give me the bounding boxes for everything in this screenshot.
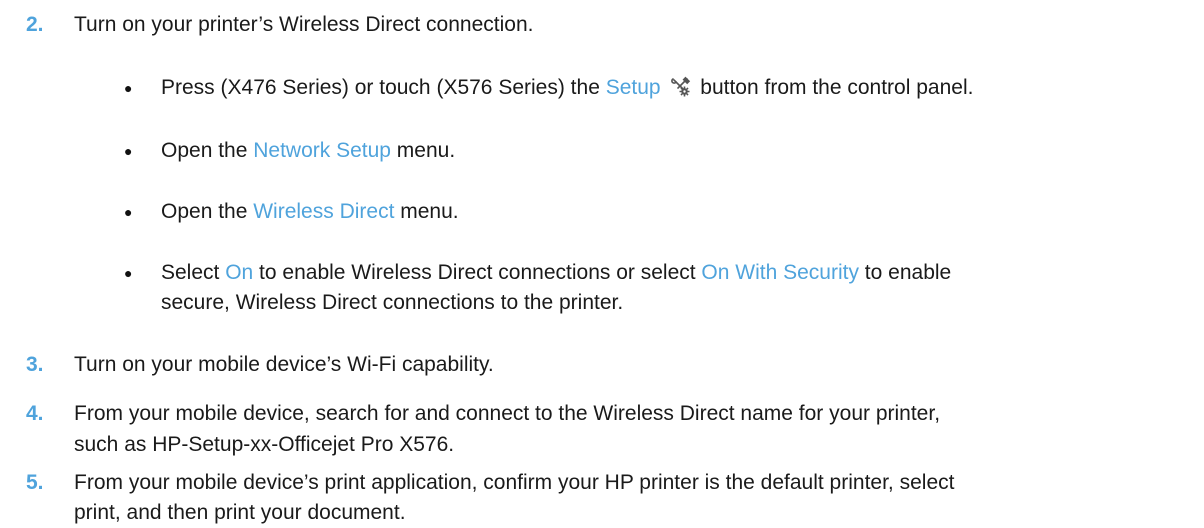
- step-3-number: 3.: [26, 353, 44, 376]
- step-5-number: 5.: [26, 471, 44, 494]
- step-2-bullet-4-line-2: secure, Wireless Direct connections to t…: [161, 291, 624, 314]
- step-2-bullet-2: Open the Network Setup menu.: [161, 136, 1191, 166]
- bullet-marker: ●: [124, 143, 133, 159]
- bullet-marker: ●: [124, 80, 133, 96]
- bullet-3-post: menu.: [394, 200, 459, 223]
- setup-link[interactable]: Setup: [606, 76, 661, 99]
- bullet-1-post: button from the control panel.: [700, 76, 974, 99]
- setup-wrench-gear-icon: [666, 76, 700, 99]
- step-2-bullet-4: Select On to enable Wireless Direct conn…: [161, 258, 1191, 288]
- step-5-line-1: From your mobile device’s print applicat…: [74, 471, 955, 494]
- step-4-line-2: such as HP-Setup-xx-Officejet Pro X576.: [74, 433, 455, 456]
- step-4-line-1: From your mobile device, search for and …: [74, 402, 941, 425]
- step-2-number: 2.: [26, 13, 44, 36]
- bullet-4-mid: to enable Wireless Direct connections or…: [253, 261, 702, 284]
- bullet-4-post: to enable: [858, 261, 952, 284]
- step-4-number: 4.: [26, 402, 44, 425]
- on-link[interactable]: On: [225, 261, 253, 284]
- step-2-bullet-3: Open the Wireless Direct menu.: [161, 197, 1191, 227]
- bullet-marker: ●: [124, 265, 133, 281]
- bullet-2-pre: Open the: [161, 139, 254, 162]
- network-setup-link[interactable]: Network Setup: [253, 139, 391, 162]
- step-5-line-2: print, and then print your document.: [74, 501, 406, 524]
- bullet-1-pre: Press (X476 Series) or touch (X576 Serie…: [161, 76, 606, 99]
- bullet-2-post: menu.: [390, 139, 456, 162]
- step-2-bullet-1: Press (X476 Series) or touch (X576 Serie…: [161, 73, 1191, 103]
- on-with-security-link[interactable]: On With Security: [701, 261, 859, 284]
- step-2-text: Turn on your printer’s Wireless Direct c…: [74, 13, 534, 36]
- bullet-4-pre: Select: [161, 261, 226, 284]
- bullet-marker: ●: [124, 204, 133, 220]
- wireless-direct-link[interactable]: Wireless Direct: [253, 200, 394, 223]
- step-3-text: Turn on your mobile device’s Wi-Fi capab…: [74, 353, 494, 376]
- bullet-3-pre: Open the: [161, 200, 254, 223]
